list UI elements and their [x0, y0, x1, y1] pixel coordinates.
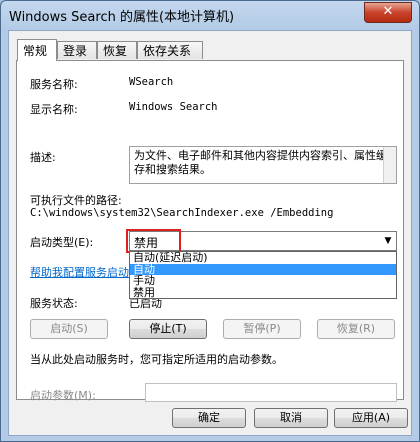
- pause-service-button[interactable]: 暂停(P): [223, 319, 301, 339]
- properties-window: Windows Search 的属性(本地计算机) ✕ 常规 登录 恢复 依存关…: [0, 0, 420, 442]
- stop-service-button[interactable]: 停止(T): [129, 319, 207, 339]
- option-auto[interactable]: 自动: [130, 263, 396, 275]
- start-service-button[interactable]: 启动(S): [30, 319, 108, 339]
- tab-recovery[interactable]: 恢复: [97, 41, 137, 59]
- close-button[interactable]: ✕: [364, 2, 412, 23]
- tab-general[interactable]: 常规: [17, 39, 57, 61]
- description-label: 描述:: [30, 151, 56, 164]
- general-tab-panel: 服务名称: WSearch 显示名称: Windows Search 描述: 为…: [16, 60, 404, 402]
- exec-path-label: 可执行文件的路径:: [30, 194, 122, 207]
- option-manual[interactable]: 手动: [130, 275, 396, 287]
- title-bar[interactable]: Windows Search 的属性(本地计算机) ✕: [1, 1, 419, 29]
- display-name-label: 显示名称:: [30, 103, 78, 116]
- dialog-client: 常规 登录 恢复 依存关系 服务名称: WSearch 显示名称: Window…: [8, 30, 412, 436]
- service-name-value: WSearch: [129, 76, 174, 88]
- start-params-hint: 当从此处启动服务时，您可指定所适用的启动参数。: [30, 353, 283, 366]
- tab-logon[interactable]: 登录: [57, 41, 97, 59]
- exec-path-value: C:\windows\system32\SearchIndexer.exe /E…: [30, 207, 334, 219]
- startup-type-label: 启动类型(E):: [30, 236, 94, 249]
- highlight-box: [126, 229, 181, 253]
- description-text: 为文件、电子邮件和其他内容提供内容索引、属性缓存和搜索结果。: [134, 149, 387, 176]
- startup-type-dropdown: 自动(延迟启动) 自动 手动 禁用: [129, 251, 397, 299]
- close-icon: ✕: [382, 4, 394, 19]
- description-scrollbar[interactable]: [383, 147, 396, 183]
- window-title: Windows Search 的属性(本地计算机): [9, 10, 235, 25]
- service-name-label: 服务名称:: [30, 78, 78, 91]
- apply-button[interactable]: 应用(A): [334, 408, 408, 428]
- tab-dependencies[interactable]: 依存关系: [137, 41, 203, 59]
- option-auto-delayed[interactable]: 自动(延迟启动): [130, 252, 396, 264]
- ok-button[interactable]: 确定: [172, 408, 246, 428]
- start-params-label: 启动参数(M):: [30, 389, 96, 402]
- description-box[interactable]: 为文件、电子邮件和其他内容提供内容索引、属性缓存和搜索结果。: [129, 146, 397, 184]
- chevron-down-icon[interactable]: ▼: [380, 232, 396, 250]
- resume-service-button[interactable]: 恢复(R): [317, 319, 395, 339]
- display-name-value: Windows Search: [129, 101, 218, 113]
- service-status-label: 服务状态:: [30, 297, 78, 310]
- option-disabled[interactable]: 禁用: [130, 286, 396, 299]
- cancel-button[interactable]: 取消: [254, 408, 328, 428]
- start-params-input[interactable]: [145, 383, 397, 402]
